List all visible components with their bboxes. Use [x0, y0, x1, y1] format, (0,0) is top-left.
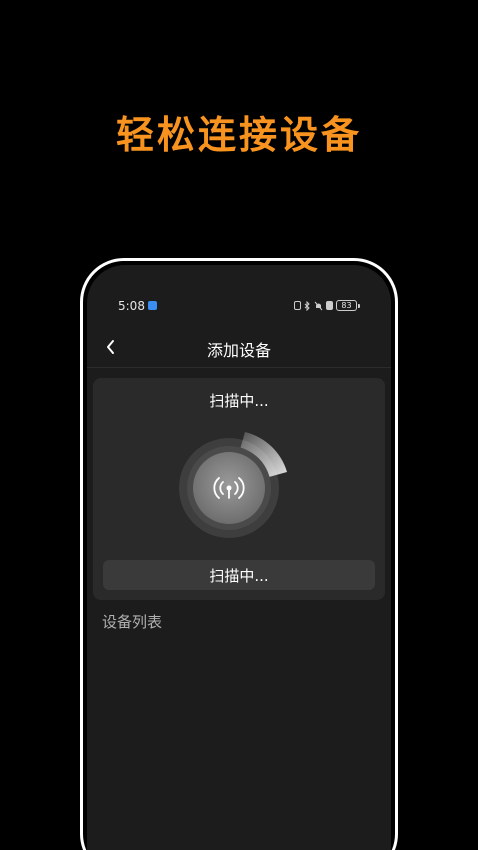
status-bar: 5:08 83 — [87, 299, 391, 315]
battery-icon: 83 — [336, 300, 357, 311]
nfc-icon — [294, 301, 301, 310]
page-title: 添加设备 — [206, 341, 271, 360]
phone-frame: 5:08 83 添加设备 扫描中... 扫描中... 设备列表 — [80, 258, 398, 850]
navigation-bar: 添加设备 — [87, 331, 391, 368]
device-list-label: 设备列表 — [102, 613, 163, 631]
status-icons: 83 — [294, 300, 360, 311]
promo-headline: 轻松连接设备 — [115, 113, 362, 157]
sim-icon — [326, 301, 333, 310]
status-time: 5:08 — [118, 299, 145, 313]
promo-page: 轻松连接设备 5:08 83 添加设备 扫描中... 扫描中... 设备列表 — [0, 0, 478, 850]
scan-card: 扫描中... 扫描中... — [93, 378, 385, 600]
mute-icon — [314, 301, 323, 310]
app-notification-icon — [148, 301, 157, 310]
battery-tip — [358, 303, 360, 308]
bluetooth-icon — [304, 300, 310, 311]
scan-button[interactable]: 扫描中... — [103, 560, 375, 590]
radar-scanner — [179, 432, 287, 538]
scan-status-text: 扫描中... — [209, 392, 269, 410]
phone-screen: 5:08 83 添加设备 扫描中... 扫描中... 设备列表 — [87, 265, 391, 850]
